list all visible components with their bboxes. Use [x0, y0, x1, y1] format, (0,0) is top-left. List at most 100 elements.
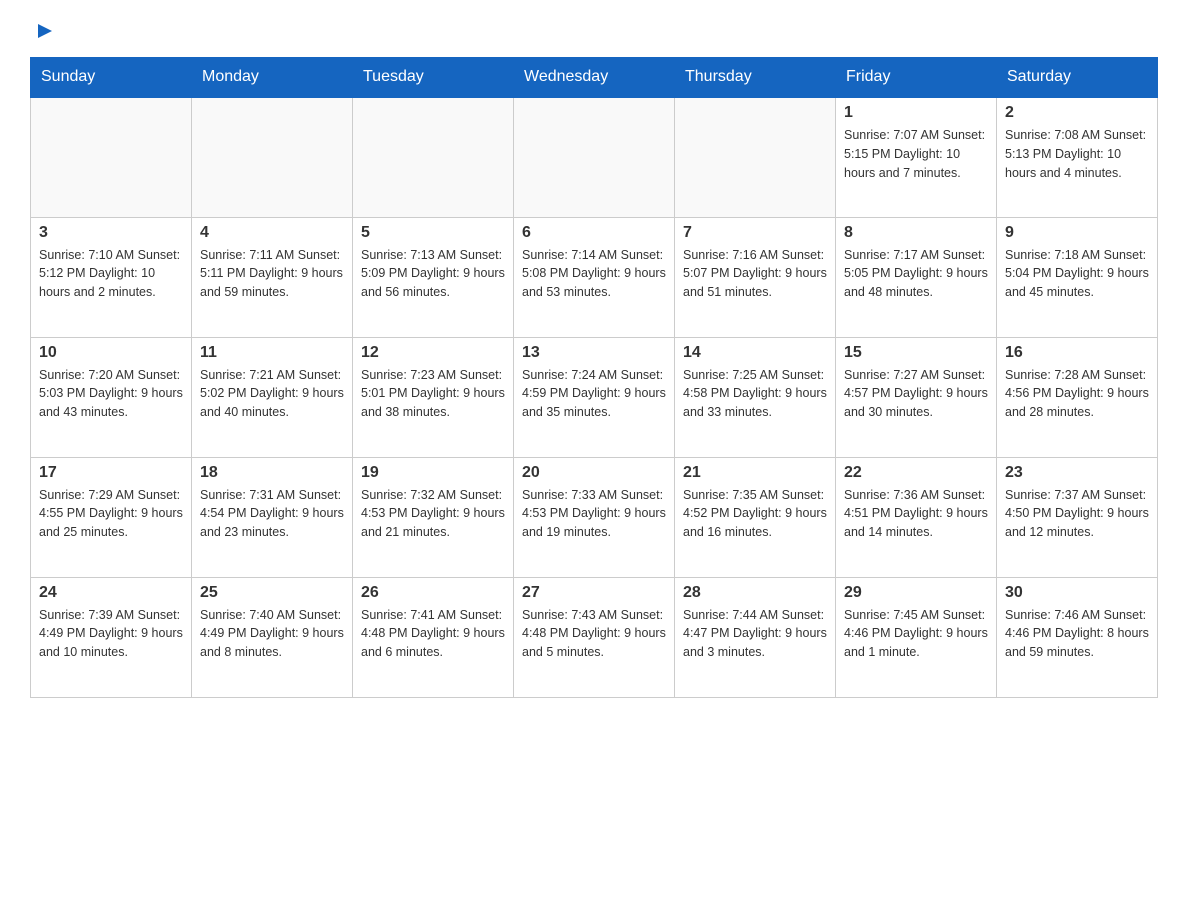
day-info: Sunrise: 7:45 AM Sunset: 4:46 PM Dayligh… — [844, 606, 988, 662]
calendar-cell: 25Sunrise: 7:40 AM Sunset: 4:49 PM Dayli… — [192, 577, 353, 697]
day-number: 7 — [683, 224, 827, 242]
day-number: 8 — [844, 224, 988, 242]
calendar-cell: 3 Sunrise: 7:10 AM Sunset: 5:12 PM Daylig… — [31, 217, 192, 337]
day-info: Sunrise: 7:37 AM Sunset: 4:50 PM Dayligh… — [1005, 486, 1149, 542]
calendar-cell: 26 Sunrise: 7:41 AM Sunset: 4:48 PM Dayli… — [353, 577, 514, 697]
day-number: 1 — [844, 104, 988, 122]
calendar-cell — [31, 97, 192, 217]
calendar-cell: 12Sunrise: 7:23 AM Sunset: 5:01 PM Dayli… — [353, 337, 514, 457]
day-number: 28 — [683, 584, 827, 602]
calendar-cell: 21 Sunrise: 7:35 AM Sunset: 4:52 PM Dayli… — [675, 457, 836, 577]
calendar-cell — [353, 97, 514, 217]
day-info: Sunrise: 7:41 AM Sunset: 4:48 PM Dayligh… — [361, 606, 505, 662]
day-info: Sunrise: 7:43 AM Sunset: 4:48 PM Dayligh… — [522, 606, 666, 662]
day-info: Sunrise: 7:11 AM Sunset: 5:11 PM Dayligh… — [200, 246, 344, 302]
calendar-week-3: 10 Sunrise: 7:20 AM Sunset: 5:03 PM Dayli… — [31, 337, 1158, 457]
day-number: 30 — [1005, 584, 1149, 602]
weekday-header-thursday: Thursday — [675, 58, 836, 98]
day-number: 27 — [522, 584, 666, 602]
calendar-week-2: 3 Sunrise: 7:10 AM Sunset: 5:12 PM Daylig… — [31, 217, 1158, 337]
calendar-cell: 29Sunrise: 7:45 AM Sunset: 4:46 PM Dayli… — [836, 577, 997, 697]
day-number: 23 — [1005, 464, 1149, 482]
day-info: Sunrise: 7:31 AM Sunset: 4:54 PM Dayligh… — [200, 486, 344, 542]
calendar-cell: 24 Sunrise: 7:39 AM Sunset: 4:49 PM Dayli… — [31, 577, 192, 697]
calendar-cell: 6Sunrise: 7:14 AM Sunset: 5:08 PM Daylig… — [514, 217, 675, 337]
day-number: 3 — [39, 224, 183, 242]
day-info: Sunrise: 7:21 AM Sunset: 5:02 PM Dayligh… — [200, 366, 344, 422]
calendar-cell: 9Sunrise: 7:18 AM Sunset: 5:04 PM Daylig… — [997, 217, 1158, 337]
day-info: Sunrise: 7:46 AM Sunset: 4:46 PM Dayligh… — [1005, 606, 1149, 662]
day-number: 24 — [39, 584, 183, 602]
day-info: Sunrise: 7:20 AM Sunset: 5:03 PM Dayligh… — [39, 366, 183, 422]
calendar-cell: 11 Sunrise: 7:21 AM Sunset: 5:02 PM Dayli… — [192, 337, 353, 457]
day-info: Sunrise: 7:36 AM Sunset: 4:51 PM Dayligh… — [844, 486, 988, 542]
calendar-cell: 23 Sunrise: 7:37 AM Sunset: 4:50 PM Dayli… — [997, 457, 1158, 577]
day-number: 26 — [361, 584, 505, 602]
calendar-cell: 16 Sunrise: 7:28 AM Sunset: 4:56 PM Dayli… — [997, 337, 1158, 457]
calendar-cell — [514, 97, 675, 217]
calendar-cell: 5 Sunrise: 7:13 AM Sunset: 5:09 PM Daylig… — [353, 217, 514, 337]
calendar-cell: 10 Sunrise: 7:20 AM Sunset: 5:03 PM Dayli… — [31, 337, 192, 457]
calendar-cell: 8 Sunrise: 7:17 AM Sunset: 5:05 PM Daylig… — [836, 217, 997, 337]
calendar-cell: 27 Sunrise: 7:43 AM Sunset: 4:48 PM Dayli… — [514, 577, 675, 697]
day-number: 15 — [844, 344, 988, 362]
day-info: Sunrise: 7:13 AM Sunset: 5:09 PM Dayligh… — [361, 246, 505, 302]
calendar-body: 1 Sunrise: 7:07 AM Sunset: 5:15 PM Daylig… — [31, 97, 1158, 697]
day-info: Sunrise: 7:39 AM Sunset: 4:49 PM Dayligh… — [39, 606, 183, 662]
calendar-header: SundayMondayTuesdayWednesdayThursdayFrid… — [31, 58, 1158, 98]
day-info: Sunrise: 7:33 AM Sunset: 4:53 PM Dayligh… — [522, 486, 666, 542]
day-info: Sunrise: 7:32 AM Sunset: 4:53 PM Dayligh… — [361, 486, 505, 542]
day-info: Sunrise: 7:28 AM Sunset: 4:56 PM Dayligh… — [1005, 366, 1149, 422]
page-header — [30, 20, 1158, 47]
calendar-cell: 4 Sunrise: 7:11 AM Sunset: 5:11 PM Daylig… — [192, 217, 353, 337]
calendar-cell: 17 Sunrise: 7:29 AM Sunset: 4:55 PM Dayli… — [31, 457, 192, 577]
calendar-cell: 22Sunrise: 7:36 AM Sunset: 4:51 PM Dayli… — [836, 457, 997, 577]
calendar-week-1: 1 Sunrise: 7:07 AM Sunset: 5:15 PM Daylig… — [31, 97, 1158, 217]
day-info: Sunrise: 7:17 AM Sunset: 5:05 PM Dayligh… — [844, 246, 988, 302]
day-number: 6 — [522, 224, 666, 242]
calendar-cell: 30 Sunrise: 7:46 AM Sunset: 4:46 PM Dayli… — [997, 577, 1158, 697]
day-number: 14 — [683, 344, 827, 362]
day-number: 25 — [200, 584, 344, 602]
day-number: 12 — [361, 344, 505, 362]
day-info: Sunrise: 7:29 AM Sunset: 4:55 PM Dayligh… — [39, 486, 183, 542]
calendar-week-4: 17 Sunrise: 7:29 AM Sunset: 4:55 PM Dayli… — [31, 457, 1158, 577]
day-number: 17 — [39, 464, 183, 482]
day-info: Sunrise: 7:07 AM Sunset: 5:15 PM Dayligh… — [844, 126, 988, 182]
calendar-cell: 19Sunrise: 7:32 AM Sunset: 4:53 PM Dayli… — [353, 457, 514, 577]
day-info: Sunrise: 7:44 AM Sunset: 4:47 PM Dayligh… — [683, 606, 827, 662]
day-info: Sunrise: 7:16 AM Sunset: 5:07 PM Dayligh… — [683, 246, 827, 302]
day-number: 20 — [522, 464, 666, 482]
day-info: Sunrise: 7:24 AM Sunset: 4:59 PM Dayligh… — [522, 366, 666, 422]
calendar-cell: 15Sunrise: 7:27 AM Sunset: 4:57 PM Dayli… — [836, 337, 997, 457]
weekday-header-monday: Monday — [192, 58, 353, 98]
calendar-week-5: 24 Sunrise: 7:39 AM Sunset: 4:49 PM Dayli… — [31, 577, 1158, 697]
calendar-cell — [192, 97, 353, 217]
calendar-table: SundayMondayTuesdayWednesdayThursdayFrid… — [30, 57, 1158, 698]
calendar-cell: 28 Sunrise: 7:44 AM Sunset: 4:47 PM Dayli… — [675, 577, 836, 697]
logo — [30, 20, 56, 47]
day-info: Sunrise: 7:35 AM Sunset: 4:52 PM Dayligh… — [683, 486, 827, 542]
weekday-header-sunday: Sunday — [31, 58, 192, 98]
weekday-header-tuesday: Tuesday — [353, 58, 514, 98]
day-info: Sunrise: 7:10 AM Sunset: 5:12 PM Dayligh… — [39, 246, 183, 302]
day-number: 16 — [1005, 344, 1149, 362]
day-number: 9 — [1005, 224, 1149, 242]
day-number: 21 — [683, 464, 827, 482]
day-number: 2 — [1005, 104, 1149, 122]
calendar-cell: 2Sunrise: 7:08 AM Sunset: 5:13 PM Daylig… — [997, 97, 1158, 217]
day-number: 10 — [39, 344, 183, 362]
day-number: 11 — [200, 344, 344, 362]
logo-arrow-icon — [34, 20, 56, 42]
calendar-cell: 14 Sunrise: 7:25 AM Sunset: 4:58 PM Dayli… — [675, 337, 836, 457]
day-info: Sunrise: 7:25 AM Sunset: 4:58 PM Dayligh… — [683, 366, 827, 422]
weekday-header-saturday: Saturday — [997, 58, 1158, 98]
calendar-cell: 1 Sunrise: 7:07 AM Sunset: 5:15 PM Daylig… — [836, 97, 997, 217]
calendar-cell: 13 Sunrise: 7:24 AM Sunset: 4:59 PM Dayli… — [514, 337, 675, 457]
calendar-cell: 7 Sunrise: 7:16 AM Sunset: 5:07 PM Daylig… — [675, 217, 836, 337]
calendar-cell: 20 Sunrise: 7:33 AM Sunset: 4:53 PM Dayli… — [514, 457, 675, 577]
calendar-cell — [675, 97, 836, 217]
day-number: 4 — [200, 224, 344, 242]
day-number: 13 — [522, 344, 666, 362]
day-number: 5 — [361, 224, 505, 242]
